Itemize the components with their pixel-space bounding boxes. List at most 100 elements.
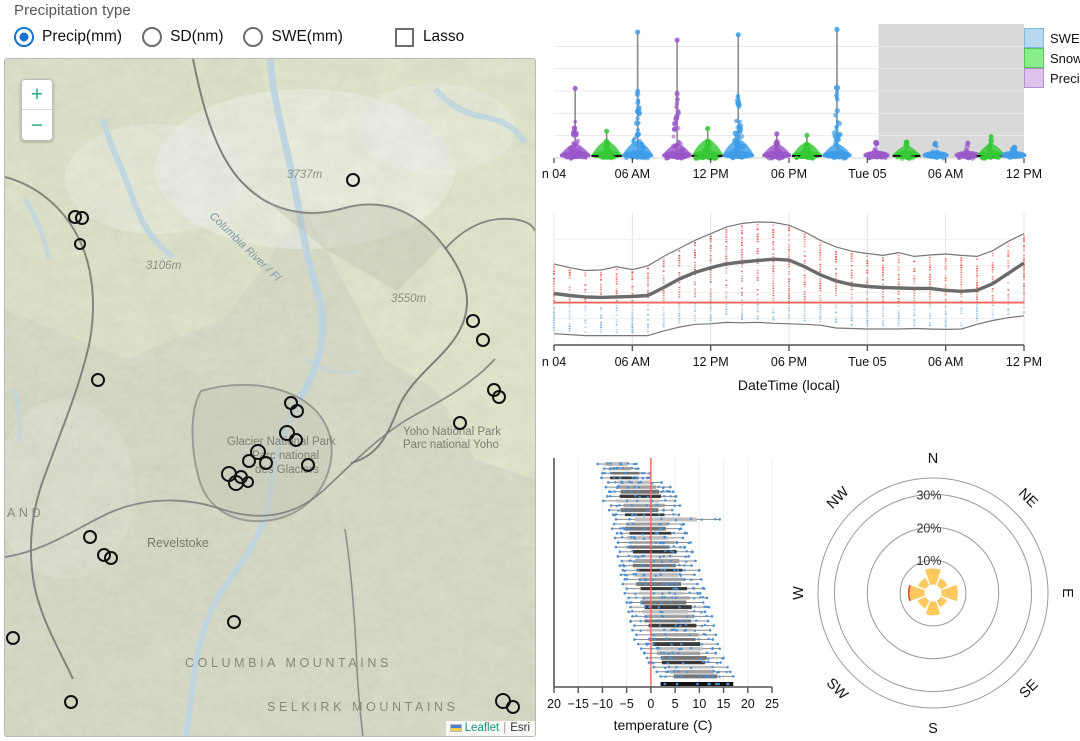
- temperature-range-row[interactable]: [627, 609, 707, 614]
- temperature-range-row[interactable]: [627, 595, 709, 600]
- map-station-marker[interactable]: [453, 416, 467, 430]
- map-station-marker[interactable]: [476, 333, 490, 347]
- temperature-range-row[interactable]: [616, 540, 692, 545]
- temperature-range-row[interactable]: [612, 522, 686, 526]
- map-station-marker[interactable]: [492, 390, 506, 404]
- map-station-marker[interactable]: [64, 695, 78, 709]
- temperature-range-row[interactable]: [633, 623, 716, 628]
- wind-rose-petal-se[interactable]: [936, 596, 948, 608]
- tempband-xtick-label: Tue 05: [848, 355, 887, 369]
- temperature-range-row[interactable]: [623, 577, 703, 582]
- zoom-out-button[interactable]: −: [22, 110, 52, 140]
- zoom-in-button[interactable]: +: [22, 80, 52, 110]
- wind-rose-petal-nw[interactable]: [917, 577, 930, 590]
- map-station-marker[interactable]: [74, 238, 86, 250]
- temperature-range-chart[interactable]: 20 −15 −10 −5 0 5 10 15 20 25 temperature (C): [540, 450, 785, 741]
- map-station-marker[interactable]: [227, 615, 241, 629]
- temperature-range-row[interactable]: [601, 471, 652, 475]
- temperature-range-row[interactable]: [655, 669, 732, 674]
- beeswarm-group[interactable]: [722, 32, 755, 161]
- map-station-marker[interactable]: [289, 433, 303, 447]
- beeswarm-group[interactable]: [662, 37, 693, 161]
- beeswarm-group[interactable]: [691, 125, 724, 161]
- wind-rose-direction-e: E: [1059, 588, 1075, 598]
- map-station-marker[interactable]: [301, 458, 315, 472]
- temperature-band-chart[interactable]: n 04 06 AM 12 PM 06 PM Tue 05 06 AM 12 PM DateT…: [540, 205, 1080, 400]
- temperature-range-row[interactable]: [629, 619, 710, 623]
- temperature-range-row[interactable]: [621, 568, 701, 573]
- radio-indicator-icon: [142, 27, 163, 47]
- temperature-range-row[interactable]: [613, 535, 685, 540]
- map-station-marker[interactable]: [91, 373, 105, 387]
- wind-rose-petal-ne[interactable]: [936, 578, 948, 590]
- tempbox-xtick-label: −5: [620, 697, 634, 711]
- tempbox-xtick-label: −15: [568, 697, 589, 711]
- map-station-marker[interactable]: [6, 631, 20, 645]
- beeswarm-xtick-label: Tue 05: [848, 167, 887, 181]
- wind-rose-chart[interactable]: 10% 20% 30% N NE E SE S SW W NW: [785, 450, 1080, 741]
- map-station-marker[interactable]: [75, 211, 89, 225]
- map-station-marker[interactable]: [466, 314, 480, 328]
- temperature-range-row[interactable]: [620, 558, 697, 564]
- map-station-marker[interactable]: [506, 700, 520, 714]
- temperature-range-row[interactable]: [600, 476, 651, 480]
- temperature-range-row[interactable]: [609, 503, 682, 508]
- checkbox-lasso[interactable]: Lasso: [394, 27, 464, 47]
- temperature-range-row[interactable]: [639, 646, 721, 651]
- map-station-marker[interactable]: [242, 454, 256, 468]
- temperature-range-row[interactable]: [625, 586, 706, 591]
- map-station-marker[interactable]: [104, 551, 118, 565]
- temperature-range-row[interactable]: [625, 600, 705, 605]
- radio-precip-mm[interactable]: Precip(mm): [14, 27, 122, 47]
- legend-item-precip[interactable]: Precip: [1024, 68, 1080, 88]
- temperature-range-row[interactable]: [604, 485, 672, 490]
- temperature-range-row[interactable]: [642, 651, 718, 656]
- radio-label: SD(nm): [170, 28, 224, 45]
- temperature-range-row[interactable]: [618, 563, 693, 568]
- map-station-marker[interactable]: [83, 530, 97, 544]
- legend-label: Precip: [1050, 70, 1080, 86]
- temperature-range-row[interactable]: [607, 508, 674, 513]
- precipitation-beeswarm-chart[interactable]: n 04 06 AM 12 PM 06 PM Tue 05 06 AM 12 PM: [540, 18, 1080, 190]
- temperature-range-row[interactable]: [616, 554, 690, 559]
- legend-item-swe[interactable]: SWE: [1024, 28, 1080, 48]
- beeswarm-group[interactable]: [559, 85, 591, 161]
- leaflet-link[interactable]: Leaflet: [465, 722, 500, 734]
- temperature-range-row[interactable]: [611, 512, 681, 517]
- beeswarm-group[interactable]: [791, 132, 822, 161]
- temperature-range-row[interactable]: [603, 466, 640, 471]
- wind-rose-ring-label: 20%: [916, 521, 941, 535]
- temperature-range-row[interactable]: [645, 655, 725, 660]
- tempbox-xtick-label: 20: [741, 697, 755, 711]
- tempbox-xtick-label: 15: [717, 697, 731, 711]
- map-station-marker[interactable]: [259, 456, 273, 470]
- map-station-marker[interactable]: [290, 404, 304, 418]
- temperature-range-row[interactable]: [607, 489, 675, 494]
- temperature-range-row[interactable]: [636, 642, 720, 647]
- temperature-range-row[interactable]: [614, 517, 721, 522]
- temperature-range-row[interactable]: [610, 526, 683, 531]
- beeswarm-group[interactable]: [622, 29, 654, 161]
- wind-rose-petal-sw[interactable]: [917, 596, 930, 609]
- beeswarm-group[interactable]: [822, 26, 852, 161]
- temperature-range-row[interactable]: [621, 582, 699, 586]
- temperature-range-row[interactable]: [631, 614, 714, 619]
- temperature-range-row[interactable]: [605, 494, 678, 499]
- radio-swe-mm[interactable]: SWE(mm): [243, 27, 343, 47]
- radio-sd-nm[interactable]: SD(nm): [142, 27, 223, 47]
- temperature-range-row[interactable]: [629, 605, 711, 610]
- temperature-range-row[interactable]: [606, 480, 663, 485]
- map-station-marker[interactable]: [242, 476, 254, 488]
- temperature-range-row[interactable]: [619, 572, 696, 577]
- map-station-marker[interactable]: [346, 173, 360, 187]
- leaflet-map[interactable]: + − Leaflet | Esri 3737m 3106m 3550m Columb…: [4, 58, 536, 737]
- beeswarm-group[interactable]: [591, 128, 622, 161]
- temperature-range-row[interactable]: [647, 660, 722, 665]
- temperature-range-row[interactable]: [602, 498, 677, 503]
- temperature-range-row[interactable]: [618, 549, 694, 554]
- temperature-range-row[interactable]: [635, 632, 718, 637]
- temperature-range-row[interactable]: [623, 591, 702, 596]
- temperature-range-row[interactable]: [652, 665, 729, 670]
- temperature-range-row[interactable]: [633, 637, 715, 641]
- legend-item-snow[interactable]: Snow: [1024, 48, 1080, 68]
